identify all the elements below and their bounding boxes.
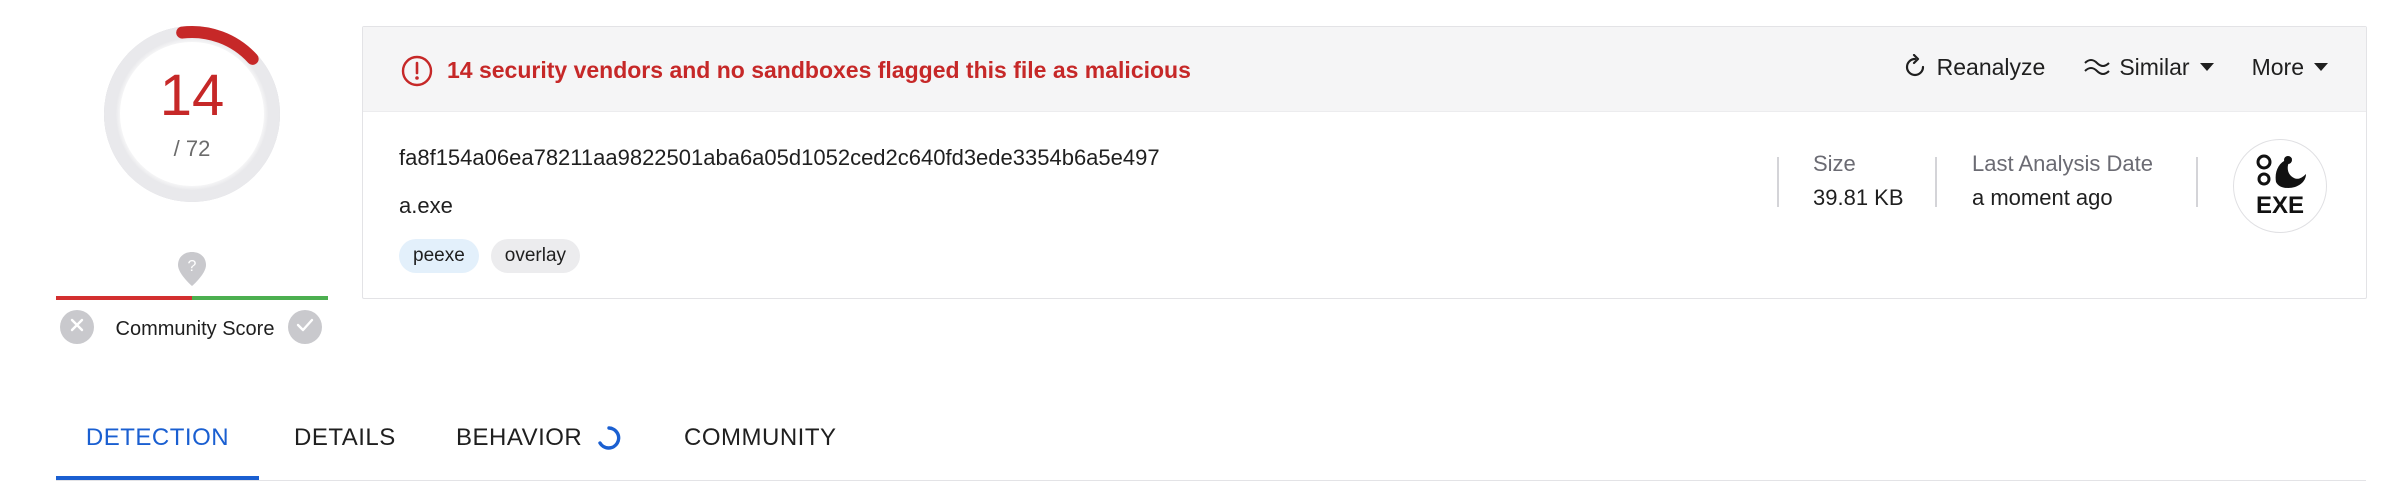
similar-icon bbox=[2083, 53, 2111, 81]
verdict-banner: 14 security vendors and no sandboxes fla… bbox=[363, 27, 2366, 112]
reanalyze-button[interactable]: Reanalyze bbox=[1901, 53, 2046, 81]
tab-community-label: COMMUNITY bbox=[684, 424, 837, 451]
svg-text:?: ? bbox=[188, 258, 197, 275]
tag-peexe[interactable]: peexe bbox=[399, 239, 479, 273]
x-icon bbox=[69, 317, 85, 338]
tab-details-label: DETAILS bbox=[294, 424, 396, 451]
file-tags: peexe overlay bbox=[399, 239, 592, 273]
more-label: More bbox=[2251, 53, 2304, 80]
community-score-row: Community Score bbox=[56, 308, 332, 348]
file-type-label: EXE bbox=[2255, 192, 2305, 219]
tab-behavior[interactable]: BEHAVIOR bbox=[456, 424, 622, 480]
last-analysis-label: Last Analysis Date bbox=[1972, 151, 2153, 176]
tab-detection-label: DETECTION bbox=[85, 424, 230, 451]
engine-total: / 72 bbox=[173, 136, 211, 161]
question-mark-icon: ? bbox=[176, 250, 208, 288]
detection-count: 14 bbox=[159, 63, 225, 128]
tag-overlay[interactable]: overlay bbox=[490, 239, 581, 273]
similar-label: Similar bbox=[2119, 53, 2190, 80]
detection-score-ring: 14 / 72 bbox=[100, 22, 284, 206]
size-label: Size bbox=[1813, 151, 1856, 176]
verdict-text: 14 security vendors and no sandboxes fla… bbox=[447, 57, 1191, 83]
community-score-label: Community Score bbox=[115, 318, 275, 340]
reanalyze-label: Reanalyze bbox=[1936, 53, 2046, 80]
file-type-badge: EXE bbox=[2233, 139, 2327, 233]
chevron-down-icon bbox=[2314, 63, 2328, 71]
vote-harmless-button[interactable] bbox=[288, 310, 322, 344]
similar-button[interactable]: Similar bbox=[2083, 53, 2214, 81]
divider bbox=[2196, 157, 2198, 207]
tab-community[interactable]: COMMUNITY bbox=[684, 424, 836, 480]
refresh-icon bbox=[1901, 53, 1929, 81]
last-analysis-value: a moment ago bbox=[1972, 185, 2113, 210]
alert-circle-icon bbox=[401, 55, 433, 87]
chevron-down-icon bbox=[2199, 63, 2214, 71]
tab-detection[interactable]: DETECTION bbox=[56, 424, 259, 480]
report-tabs: DETECTION DETAILS BEHAVIOR COMMUNITY bbox=[56, 410, 2366, 481]
file-hash[interactable]: fa8f154a06ea78211aa9822501aba6a05d1052ce… bbox=[399, 145, 1160, 171]
file-name: a.exe bbox=[399, 193, 453, 218]
loading-spinner-icon bbox=[596, 425, 622, 451]
size-value: 39.81 KB bbox=[1813, 185, 1904, 210]
tab-details[interactable]: DETAILS bbox=[294, 424, 396, 480]
score-widget: 14 / 72 ? Community Score bbox=[56, 22, 332, 352]
more-button[interactable]: More bbox=[2252, 54, 2328, 81]
community-score-bar bbox=[56, 296, 328, 300]
check-icon bbox=[296, 317, 314, 338]
divider bbox=[1935, 157, 1937, 207]
exe-file-icon bbox=[2256, 154, 2306, 188]
vote-malicious-button[interactable] bbox=[60, 310, 94, 344]
tab-behavior-label: BEHAVIOR bbox=[456, 424, 583, 451]
file-actions: Reanalyze Similar More bbox=[1863, 53, 2328, 81]
divider bbox=[1777, 157, 1779, 207]
file-summary-card: 14 security vendors and no sandboxes fla… bbox=[362, 26, 2367, 299]
